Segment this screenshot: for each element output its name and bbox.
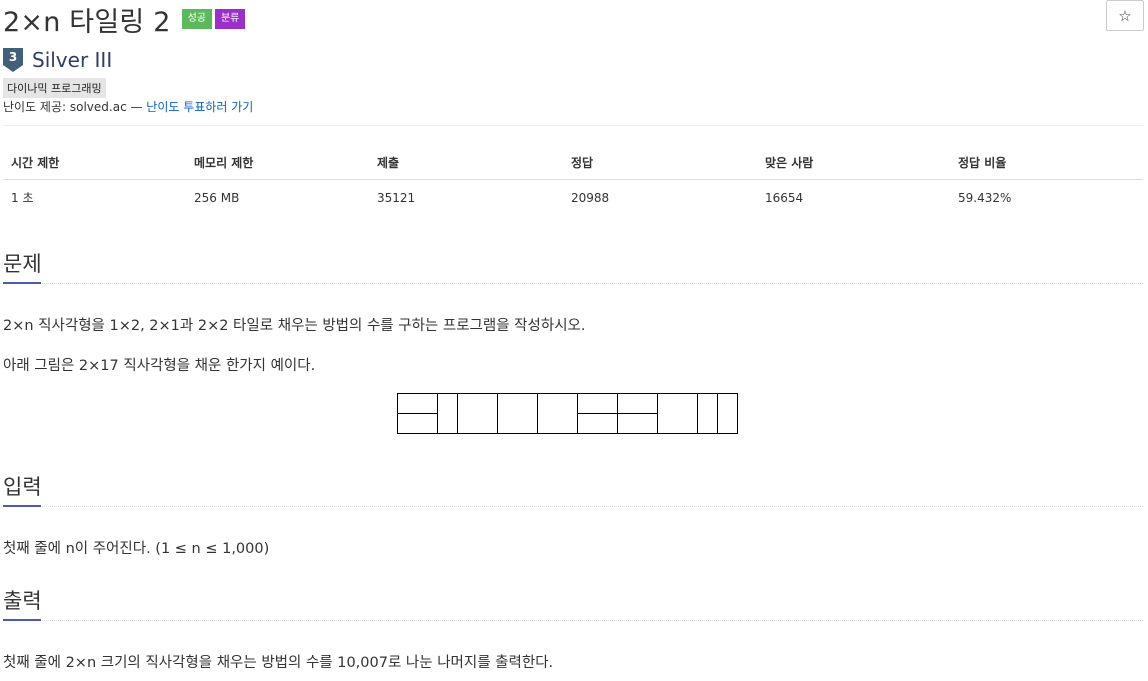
tiling-border	[397, 393, 738, 434]
header-accepted-ratio: 정답 비율	[950, 145, 1143, 180]
accepted-value: 20988	[571, 190, 610, 205]
submissions-value: 35121	[377, 190, 416, 205]
input-description: 첫째 줄에 n이 주어진다. (1 ≤ n ≤ 1,000)	[3, 541, 270, 557]
favorite-button[interactable]: ☆	[1106, 0, 1144, 31]
success-badge[interactable]: 성공	[181, 9, 212, 29]
tiling-example-image	[397, 393, 738, 434]
page-title: 2×n 타일링 2	[3, 6, 171, 38]
header-solved-users: 맞은 사람	[757, 145, 950, 180]
header-time-limit: 시간 제한	[3, 145, 186, 180]
time-limit-value: 1 초	[11, 191, 34, 205]
header-submissions: 제출	[369, 145, 563, 180]
star-icon: ☆	[1118, 6, 1132, 25]
section-divider	[3, 283, 1143, 284]
difficulty-provider: 난이도 제공: solved.ac — 난이도 투표하러 가기	[3, 98, 253, 115]
tier-name[interactable]: Silver III	[32, 48, 112, 72]
header-memory-limit: 메모리 제한	[186, 145, 369, 180]
vote-difficulty-link[interactable]: 난이도 투표하러 가기	[146, 100, 253, 114]
tier-number: 3	[9, 50, 17, 64]
section-divider	[3, 620, 1143, 621]
problem-title-row: 2×n 타일링 2 성공 분류	[3, 2, 246, 38]
section-divider	[3, 506, 1143, 507]
tier-row: 3 Silver III	[3, 48, 112, 72]
output-description: 첫째 줄에 2×n 크기의 직사각형을 채우는 방법의 수를 10,007로 나…	[3, 655, 554, 671]
section-accent	[3, 282, 41, 284]
section-accent	[3, 505, 41, 507]
accepted-ratio-value: 59.432%	[958, 190, 1012, 205]
provider-text: 난이도 제공: solved.ac —	[3, 100, 147, 114]
problem-figure-caption: 아래 그림은 2×17 직사각형을 채운 한가지 예이다.	[3, 358, 316, 374]
problem-heading: 문제	[3, 252, 42, 276]
algorithm-tag[interactable]: 다이나믹 프로그래밍	[3, 78, 106, 98]
stats-value-row: 1 초 256 MB 35121 20988 16654 59.432%	[3, 180, 1143, 216]
header-accepted: 정답	[563, 145, 757, 180]
silver-tier-icon: 3	[3, 48, 23, 72]
input-heading: 입력	[3, 475, 42, 499]
output-heading: 출력	[3, 589, 42, 613]
solved-users-value: 16654	[765, 190, 804, 205]
divider	[3, 125, 1143, 126]
memory-limit-value: 256 MB	[194, 190, 240, 205]
stats-header-row: 시간 제한 메모리 제한 제출 정답 맞은 사람 정답 비율	[3, 145, 1143, 180]
section-accent	[3, 619, 41, 621]
category-badge[interactable]: 분류	[214, 9, 246, 29]
problem-description: 2×n 직사각형을 1×2, 2×1과 2×2 타일로 채우는 방법의 수를 구…	[3, 318, 586, 334]
problem-stats-table: 시간 제한 메모리 제한 제출 정답 맞은 사람 정답 비율 1 초 256 M…	[3, 145, 1143, 215]
